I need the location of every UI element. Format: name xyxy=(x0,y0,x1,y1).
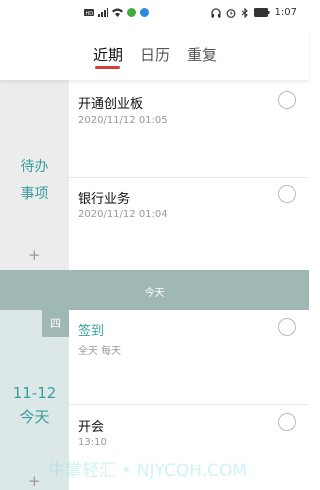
tab-calendar[interactable]: 日历 xyxy=(140,44,170,65)
item-title: 开会 xyxy=(78,420,105,435)
active-tab-indicator xyxy=(95,66,120,69)
tab-repeat[interactable]: 重复 xyxy=(187,44,217,65)
status-left-icons: HD xyxy=(84,8,149,17)
list-item[interactable]: 银行业务 2020/11/12 01:04 xyxy=(69,178,309,270)
today-date-label: 今天 xyxy=(19,408,50,426)
add-today-button[interactable]: + xyxy=(28,472,41,490)
tab-bar: 近期 日历 重复 xyxy=(0,30,309,80)
status-time: 1:07 xyxy=(274,7,297,18)
todo-section: 待办 事项 + 开通创业板 2020/11/12 01:05 银行业务 2020… xyxy=(0,80,309,270)
complete-checkbox[interactable] xyxy=(278,413,296,431)
item-subtitle: 全天 每天 xyxy=(78,346,122,357)
complete-checkbox[interactable] xyxy=(278,91,296,109)
complete-checkbox[interactable] xyxy=(278,318,296,336)
watermark: 牛掌轻汇 • NJYCQH.COM xyxy=(48,461,248,481)
complete-checkbox[interactable] xyxy=(278,185,296,203)
headset-icon xyxy=(210,7,221,17)
weekday-badge: 四 xyxy=(42,310,69,337)
item-title: 银行业务 xyxy=(78,192,131,207)
item-title: 签到 xyxy=(78,324,105,339)
list-item[interactable]: 开通创业板 2020/11/12 01:05 xyxy=(69,80,309,177)
todo-label-line1: 待办 xyxy=(20,159,49,175)
item-timestamp: 2020/11/12 01:04 xyxy=(78,209,168,220)
hd-icon: HD xyxy=(84,9,94,17)
status-bar: HD 1:07 xyxy=(0,0,309,30)
tab-recent[interactable]: 近期 xyxy=(93,44,123,65)
add-todo-button[interactable]: + xyxy=(28,246,41,264)
status-right-icons: 1:07 xyxy=(210,7,297,18)
wifi-icon xyxy=(112,8,123,17)
alarm-icon xyxy=(226,8,235,18)
signal-icon xyxy=(98,8,108,17)
date-label: 11-12 xyxy=(12,384,57,402)
battery-icon xyxy=(253,8,270,17)
todo-sidebar: 待办 事项 + xyxy=(0,80,69,270)
app-notification-icon xyxy=(140,8,149,17)
item-title: 开通创业板 xyxy=(78,97,144,112)
todo-label-line2: 事项 xyxy=(20,186,49,202)
app-notification-icon xyxy=(127,8,136,17)
svg-text:HD: HD xyxy=(86,11,94,17)
list-item[interactable]: 签到 全天 每天 xyxy=(69,310,309,404)
bluetooth-icon xyxy=(241,7,248,18)
today-bar-label: 今天 xyxy=(144,288,165,299)
item-timestamp: 2020/11/12 01:05 xyxy=(78,115,168,126)
item-time: 13:10 xyxy=(78,437,107,448)
today-bar[interactable]: 今天 xyxy=(0,270,309,310)
